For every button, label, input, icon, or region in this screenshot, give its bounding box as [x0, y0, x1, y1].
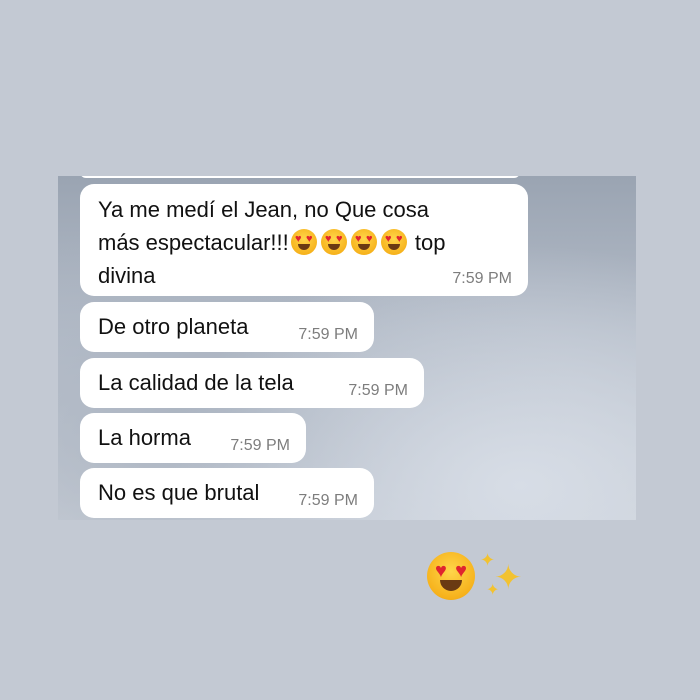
previous-message-bubble-edge [80, 176, 520, 178]
heart-eyes-emoji-icon: ♥ ♥ [380, 229, 407, 255]
message-bubble[interactable]: No es que brutal 7:59 PM [80, 468, 374, 518]
message-bubble[interactable]: La horma 7:59 PM [80, 413, 306, 463]
heart-eyes-emoji-icon: ♥ ♥ [320, 229, 347, 255]
message-bubble[interactable]: Ya me medí el Jean, no Que cosa más espe… [80, 184, 528, 296]
message-bubble[interactable]: De otro planeta 7:59 PM [80, 302, 374, 352]
message-timestamp: 7:59 PM [298, 492, 358, 509]
chat-screenshot: Ya me medí el Jean, no Que cosa más espe… [58, 176, 636, 520]
heart-eyes-emoji-icon: ♥ ♥ [350, 229, 377, 255]
message-timestamp: 7:59 PM [348, 382, 408, 399]
message-text-line: divina [98, 263, 156, 288]
heart-eyes-emoji-icon: ♥ ♥ [290, 229, 317, 255]
message-timestamp: 7:59 PM [452, 270, 512, 287]
message-text-line: Ya me medí el Jean, no Que cosa [98, 197, 429, 222]
message-bubble[interactable]: La calidad de la tela 7:59 PM [80, 358, 424, 408]
message-timestamp: 7:59 PM [298, 326, 358, 343]
message-timestamp: 7:59 PM [230, 437, 290, 454]
heart-eyes-emoji-icon: ♥ ♥ [427, 552, 475, 600]
message-text-line: más espectacular!!! ♥ ♥ ♥ ♥ ♥ ♥ ♥ ♥ top [98, 229, 446, 255]
sparkles-emoji-icon: ✦ ✦ ✦ [480, 550, 523, 599]
